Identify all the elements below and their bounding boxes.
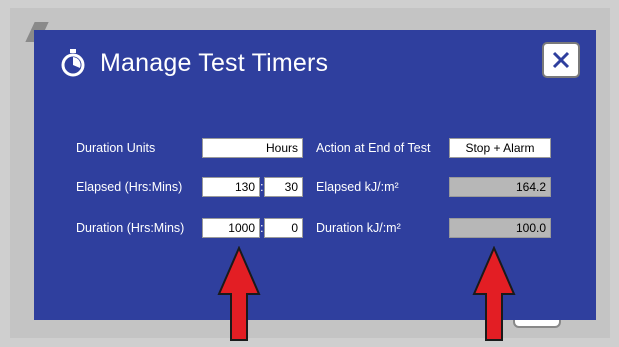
close-button[interactable] xyxy=(542,42,580,78)
elapsed-hrs-mins-label: Elapsed (Hrs:Mins) xyxy=(76,180,183,194)
action-end-of-test-field[interactable]: Stop + Alarm xyxy=(449,138,551,158)
close-icon xyxy=(552,51,570,69)
action-end-of-test-label: Action at End of Test xyxy=(316,141,431,155)
duration-minutes-field[interactable]: 0 xyxy=(264,218,303,238)
duration-kj-value: 100.0 xyxy=(449,218,551,238)
duration-hrs-mins-label: Duration (Hrs:Mins) xyxy=(76,221,185,235)
elapsed-separator: : xyxy=(260,179,264,194)
elapsed-hours-field[interactable]: 130 xyxy=(202,177,260,197)
stopwatch-icon xyxy=(61,49,85,77)
elapsed-minutes-field[interactable]: 30 xyxy=(264,177,303,197)
red-arrow-annotation xyxy=(217,246,261,341)
red-arrow-annotation xyxy=(472,246,516,341)
dialog-header: Manage Test Timers xyxy=(60,48,328,78)
duration-units-label: Duration Units xyxy=(76,141,156,155)
duration-units-field[interactable]: Hours xyxy=(202,138,303,158)
duration-kj-label: Duration kJ/:m² xyxy=(316,221,401,235)
elapsed-kj-label: Elapsed kJ/:m² xyxy=(316,180,399,194)
elapsed-kj-value: 164.2 xyxy=(449,177,551,197)
duration-separator: : xyxy=(260,220,264,235)
duration-hours-field[interactable]: 1000 xyxy=(202,218,260,238)
dialog-title: Manage Test Timers xyxy=(100,48,329,77)
